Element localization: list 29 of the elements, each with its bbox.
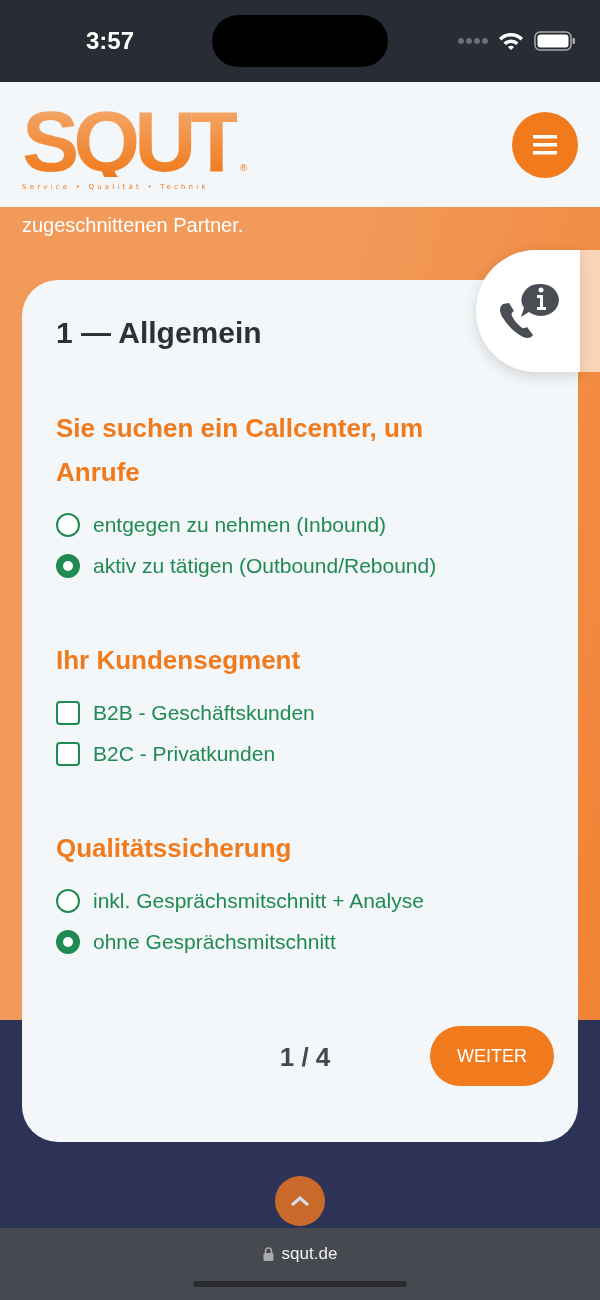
question-heading: Ihr Kundensegment [56,644,302,677]
lock-icon [262,1247,274,1261]
option-label: ohne Gesprächsmitschnitt [93,929,336,954]
scroll-top-button[interactable] [275,1176,325,1226]
radio-button[interactable] [56,553,80,578]
radio-button[interactable] [56,512,80,537]
option-label: B2B - Geschäftskunden [93,700,315,725]
question-heading: Sie suchen ein Callcenter, um Anrufe [56,412,425,489]
status-time: 3:57 [86,27,136,55]
chevron-up-icon [290,1195,310,1207]
option-label: aktiv zu tätigen (Outbound/Rebound) [93,553,437,578]
question-heading: Qualitätssicherung [56,832,293,865]
wifi-icon [498,31,524,51]
hero-text: zugeschnittenen Partner. [21,213,245,238]
battery-icon [534,31,576,51]
signal-icon [458,37,488,45]
option-label: B2C - Privatkunden [93,741,276,766]
option-label: entgegen zu nehmen (Inbound) [93,512,387,537]
checkbox[interactable] [56,741,80,766]
callback-button[interactable] [476,250,580,372]
radio-button[interactable] [56,929,80,954]
menu-icon [533,134,557,155]
form-title: 1 — Allgemein [56,315,263,351]
page-counter: 1 / 4 [279,1042,331,1073]
checkbox[interactable] [56,700,80,725]
radio-button[interactable] [56,888,80,913]
option-label: inkl. Gesprächsmitschnitt + Analyse [93,888,424,913]
url-text[interactable]: squt.de [281,1244,338,1264]
registered-mark: ® [238,162,248,173]
